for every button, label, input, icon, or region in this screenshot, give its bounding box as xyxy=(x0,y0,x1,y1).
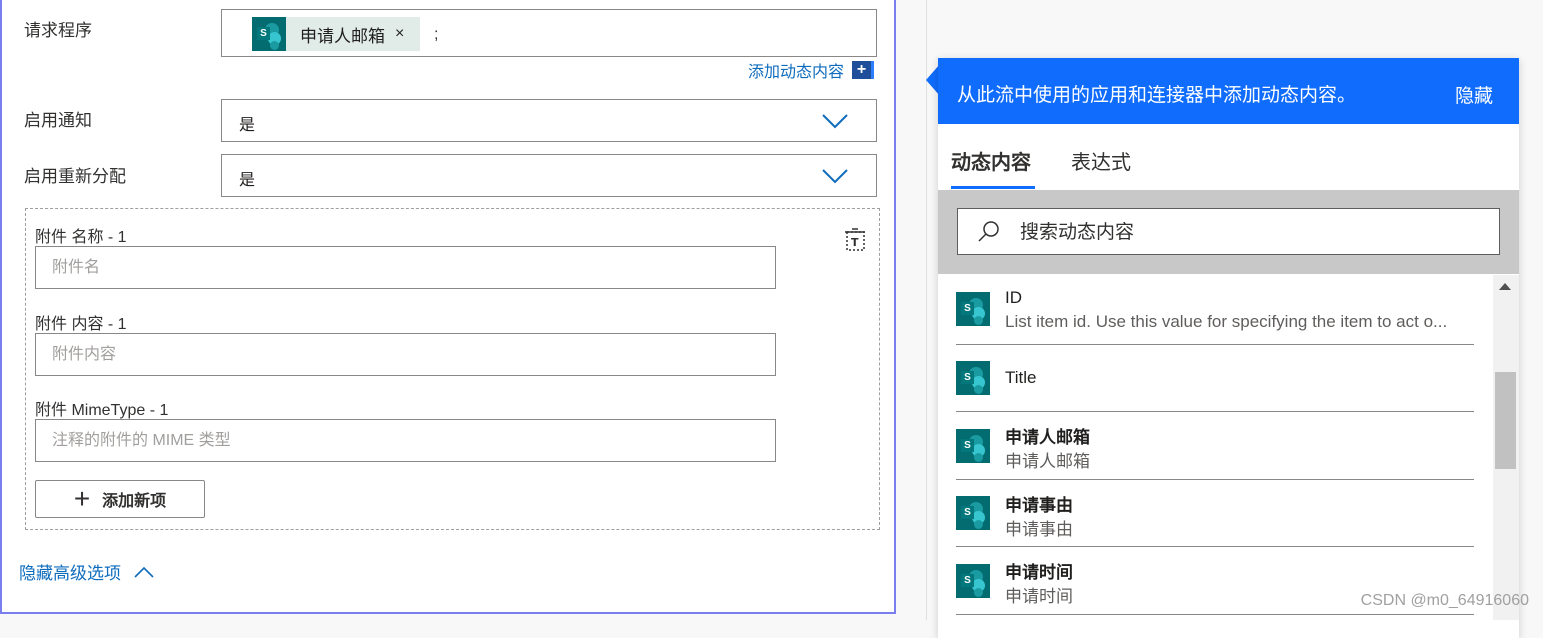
sharepoint-icon: S xyxy=(956,496,990,530)
enable-reassignment-select[interactable]: 是 xyxy=(221,154,877,197)
tab-expression[interactable]: 表达式 xyxy=(1071,146,1131,175)
add-dynamic-content-label: 添加动态内容 xyxy=(747,64,844,81)
hide-advanced-label: 隐藏高级选项 xyxy=(19,564,121,583)
token-separator: ; xyxy=(434,26,439,43)
panel-tabs: 动态内容 表达式 xyxy=(938,124,1519,190)
enable-notification-select[interactable]: 是 xyxy=(221,99,877,142)
list-item[interactable]: S Title xyxy=(956,345,1474,412)
item-name: ID xyxy=(1005,288,1022,307)
sharepoint-icon: S xyxy=(956,564,990,598)
sharepoint-icon: S xyxy=(956,292,990,326)
add-new-item-button[interactable]: + 添加新项 xyxy=(35,480,205,518)
add-dynamic-content-link[interactable]: 添加动态内容 + xyxy=(748,58,874,82)
list-item[interactable]: S 申请人邮箱 申请人邮箱 xyxy=(956,412,1474,480)
item-name: Title xyxy=(1005,368,1037,387)
item-description: 申请事由 xyxy=(1005,520,1073,539)
chevron-up-icon xyxy=(134,566,154,578)
add-new-item-label: 添加新项 xyxy=(102,493,167,510)
watermark: CSDN @m0_64916060 xyxy=(1360,592,1529,609)
enable-notification-value: 是 xyxy=(239,117,256,134)
attachment-name-label: 附件 名称 - 1 xyxy=(35,229,127,246)
list-item[interactable]: S 申请事由 申请事由 xyxy=(956,480,1474,547)
item-name: 申请时间 xyxy=(1005,563,1073,582)
scroll-up-icon[interactable] xyxy=(1499,283,1511,290)
dynamic-content-panel: 从此流中使用的应用和连接器中添加动态内容。 隐藏 动态内容 表达式 S ID L… xyxy=(938,58,1519,638)
requester-field[interactable]: S 申请人邮箱 × ; xyxy=(221,9,877,57)
svg-text:T: T xyxy=(851,236,859,249)
dynamic-content-list: S ID List item id. Use this value for sp… xyxy=(938,274,1519,638)
attachment-name-field[interactable] xyxy=(35,246,776,289)
action-card: 请求程序 S 申请人邮箱 × ; 添加动态内容 + 启用通知 是 启用重新分配 … xyxy=(0,0,896,614)
attachment-mimetype-field[interactable] xyxy=(35,419,776,462)
attachment-content-field[interactable] xyxy=(35,333,776,376)
list-item[interactable]: S ID List item id. Use this value for sp… xyxy=(956,274,1474,345)
attachment-content-label: 附件 内容 - 1 xyxy=(35,316,127,333)
remove-token-icon[interactable]: × xyxy=(395,25,404,43)
requester-label: 请求程序 xyxy=(24,21,92,40)
hide-advanced-options-link[interactable]: 隐藏高级选项 xyxy=(19,559,155,584)
search-box[interactable] xyxy=(957,208,1500,256)
plus-icon: + xyxy=(852,61,874,79)
enable-notification-label: 启用通知 xyxy=(24,111,92,130)
chevron-down-icon xyxy=(822,114,848,129)
hide-panel-button[interactable]: 隐藏 xyxy=(1455,81,1493,108)
sharepoint-icon: S xyxy=(252,17,286,51)
panel-header: 从此流中使用的应用和连接器中添加动态内容。 隐藏 xyxy=(938,58,1519,124)
chevron-down-icon xyxy=(822,169,848,184)
search-area xyxy=(938,190,1519,274)
tab-dynamic-content[interactable]: 动态内容 xyxy=(951,146,1031,175)
plus-icon: + xyxy=(73,483,91,514)
panel-header-message: 从此流中使用的应用和连接器中添加动态内容。 xyxy=(957,85,1357,106)
search-dynamic-content-input[interactable] xyxy=(1018,209,1492,256)
attachment-content-input[interactable] xyxy=(36,334,775,375)
item-name: 申请事由 xyxy=(1005,496,1073,515)
sharepoint-icon: S xyxy=(956,361,990,395)
active-tab-indicator xyxy=(951,186,1035,189)
delete-item-icon[interactable]: T xyxy=(842,226,868,252)
attachment-mimetype-label: 附件 MimeType - 1 xyxy=(35,402,169,419)
requester-token-label: 申请人邮箱 xyxy=(300,26,385,46)
attachment-group: T 附件 名称 - 1 附件 内容 - 1 附件 MimeType - 1 + … xyxy=(25,208,880,530)
attachment-mimetype-input[interactable] xyxy=(36,420,775,461)
requester-token[interactable]: S 申请人邮箱 × xyxy=(252,17,420,51)
enable-reassignment-label: 启用重新分配 xyxy=(24,167,126,186)
enable-reassignment-value: 是 xyxy=(239,172,256,189)
search-icon xyxy=(978,221,999,242)
item-description: 申请人邮箱 xyxy=(1005,452,1090,471)
item-name: 申请人邮箱 xyxy=(1005,428,1090,447)
item-description: 申请时间 xyxy=(1005,587,1073,606)
scrollbar-thumb[interactable] xyxy=(1495,372,1516,469)
attachment-name-input[interactable] xyxy=(36,247,775,288)
sharepoint-icon: S xyxy=(956,429,990,463)
item-description: List item id. Use this value for specify… xyxy=(1005,312,1448,331)
